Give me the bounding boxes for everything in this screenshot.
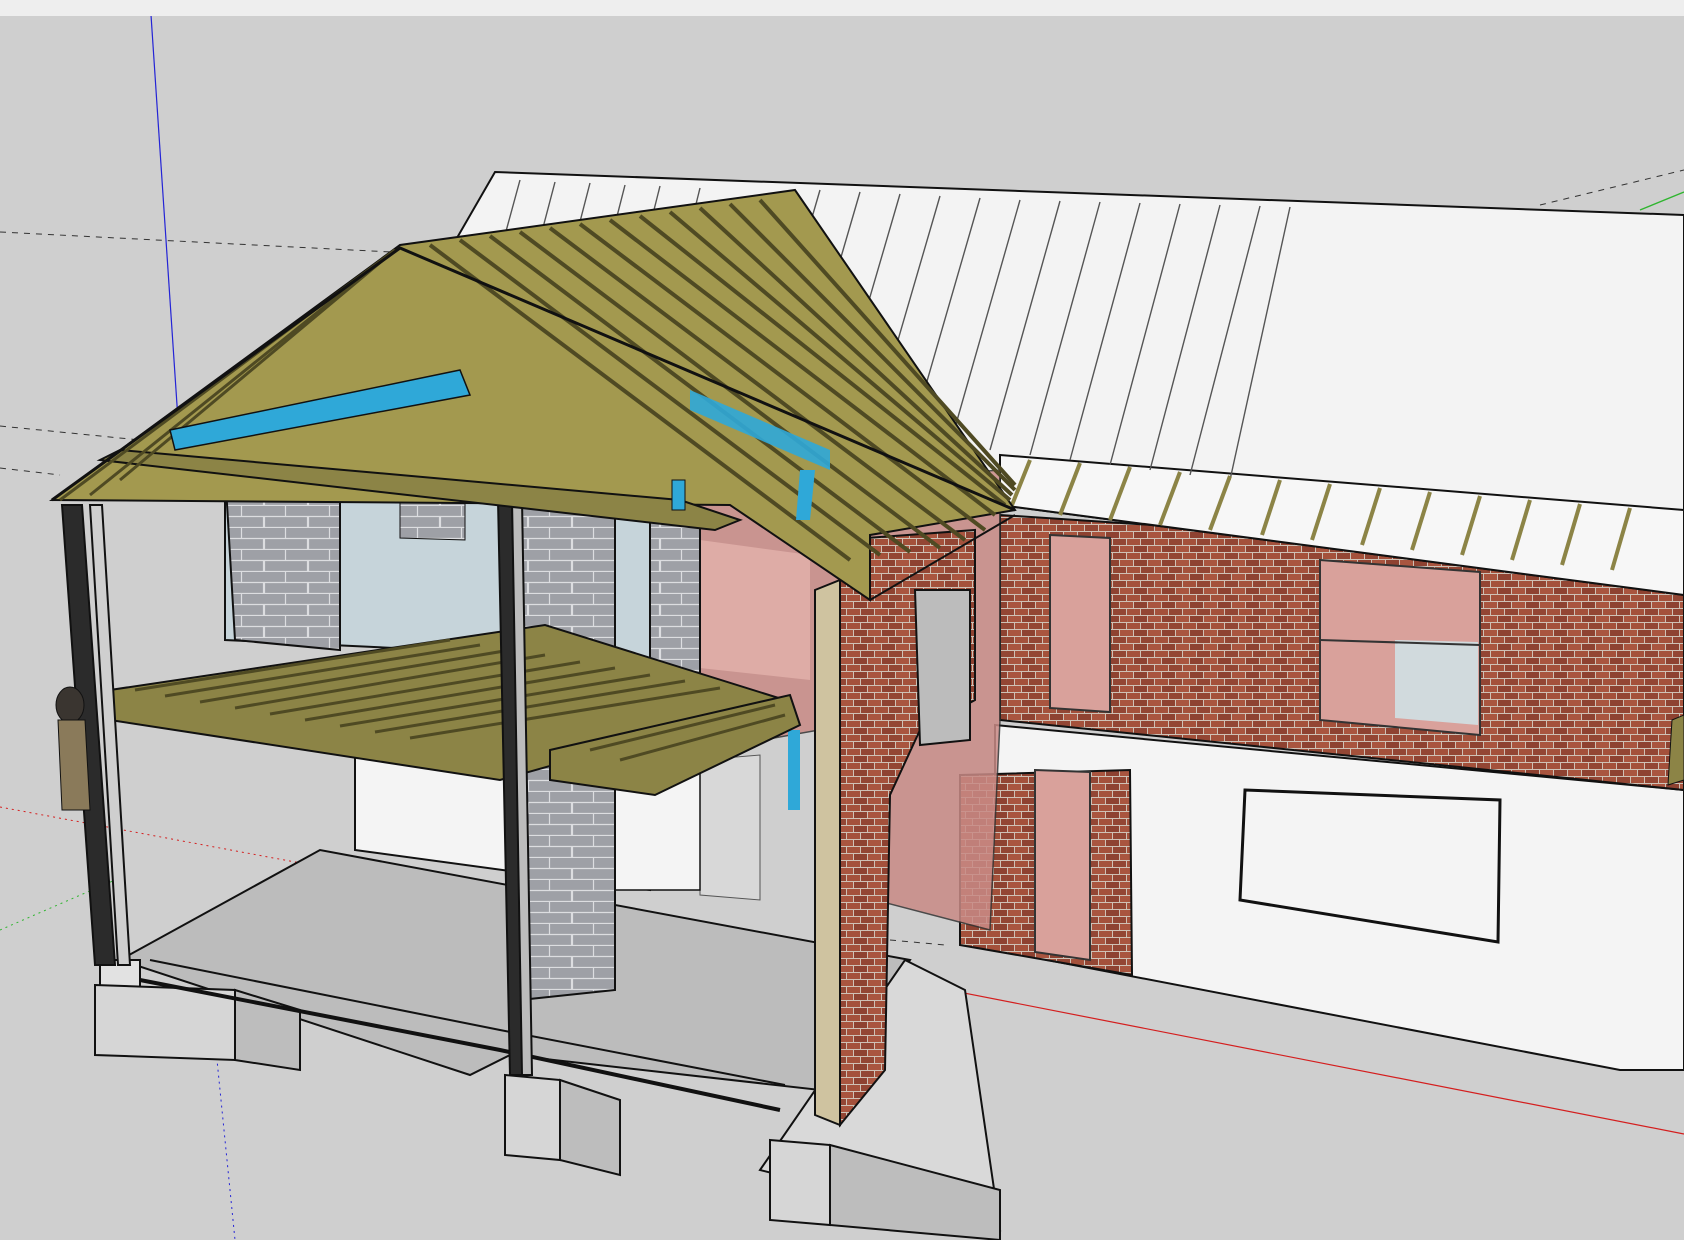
steel-post [788, 730, 800, 810]
model-canvas[interactable] [0, 16, 1684, 1240]
sketchup-window [0, 0, 1684, 1240]
model-viewport[interactable] [0, 16, 1684, 1240]
top-toolbar-strip [0, 0, 1684, 17]
gable-window-reveal [913, 589, 971, 747]
porch-glazing [1034, 768, 1091, 962]
cavity-insulation [814, 578, 841, 1127]
upper-window-left [1049, 533, 1111, 714]
